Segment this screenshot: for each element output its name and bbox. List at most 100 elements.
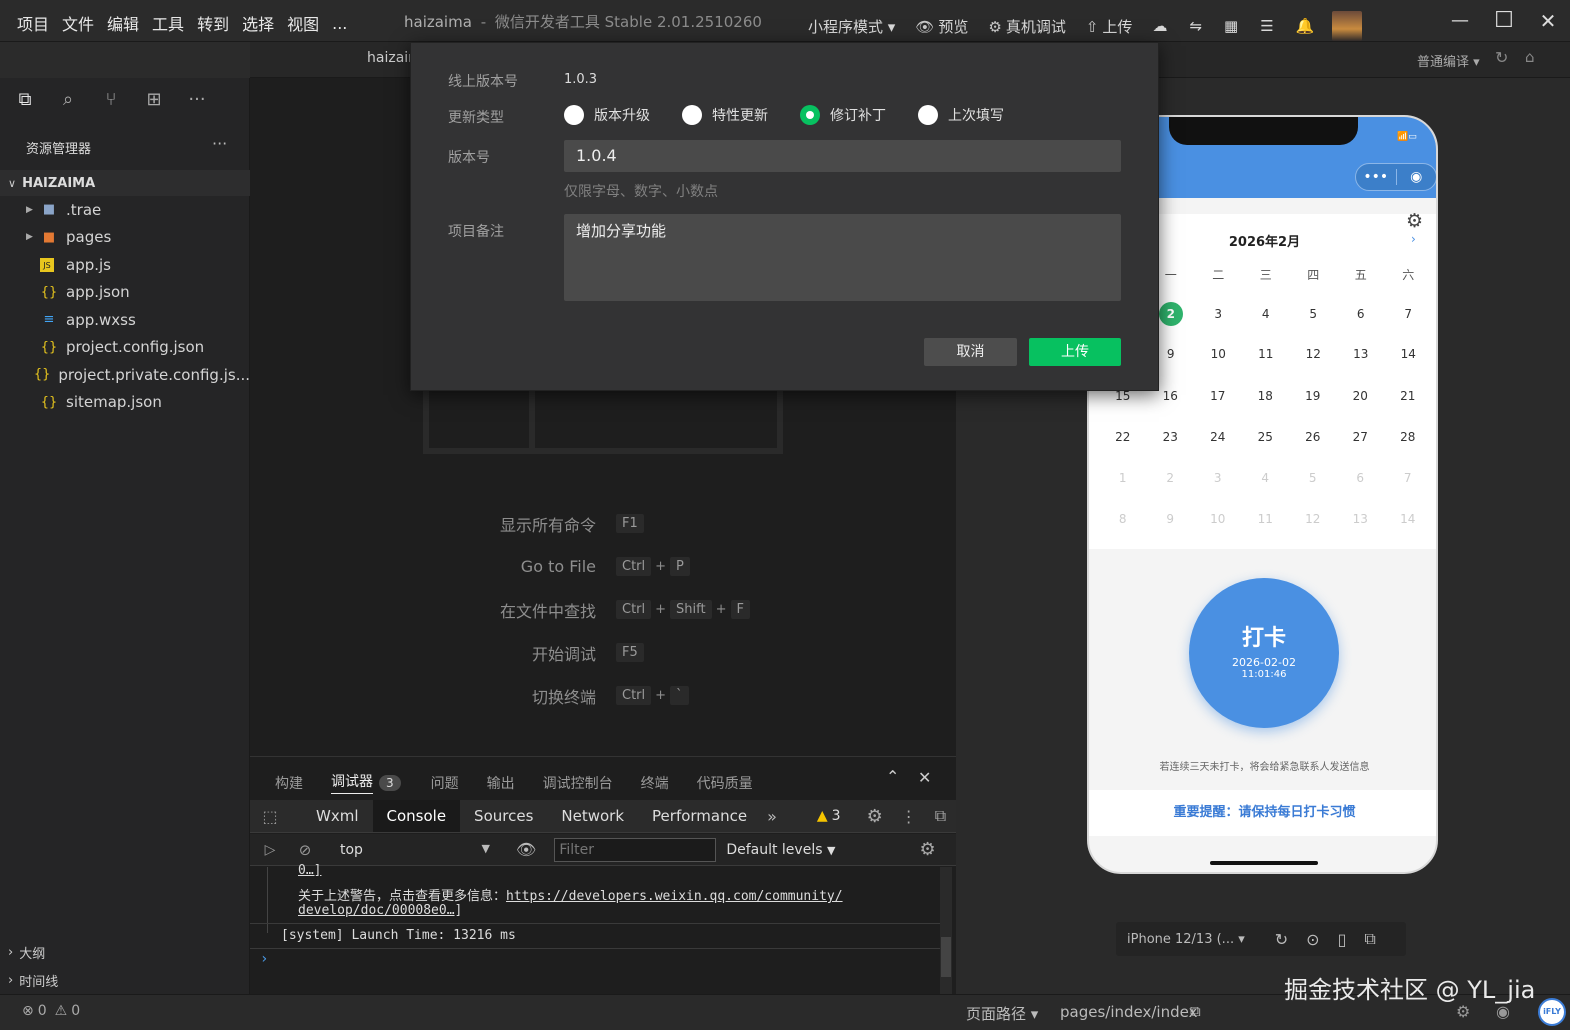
chevron-up-icon[interactable]: ⌃ [886, 767, 899, 786]
calendar-day[interactable]: 19 [1289, 389, 1337, 403]
capsule-more-icon[interactable]: ••• [1356, 169, 1396, 185]
project-root[interactable]: ∨ HAIZAIMA [0, 170, 250, 196]
calendar-day[interactable]: 28 [1384, 430, 1432, 444]
console-scrollbar[interactable] [940, 867, 952, 995]
calendar-day[interactable]: 4 [1242, 307, 1290, 321]
cancel-button[interactable]: 取消 [924, 338, 1017, 366]
rotate-icon[interactable]: ↻ [1275, 930, 1288, 949]
device-select[interactable]: iPhone 12/13 (... ▾ [1127, 932, 1245, 947]
calendar-day[interactable]: 25 [1242, 430, 1290, 444]
tab-performance[interactable]: Performance [638, 800, 761, 832]
calendar-day[interactable]: 27 [1337, 430, 1385, 444]
console-settings-icon[interactable]: ⚙ [919, 839, 935, 860]
radio-feature[interactable]: 特性更新 [682, 105, 768, 125]
sidebar-toggle-icon[interactable]: ▷ [250, 842, 290, 858]
settings-gear-icon[interactable]: ⚙ [867, 806, 883, 827]
calendar-day[interactable]: 5 [1290, 307, 1338, 321]
tab-console[interactable]: Console [372, 800, 461, 832]
calendar-day[interactable]: 13 [1337, 347, 1385, 361]
upload-toolbar-button[interactable]: ⇧ 上传 [1086, 16, 1133, 37]
tree-item-sitemap[interactable]: {} sitemap.json [0, 389, 250, 417]
gear-icon[interactable]: ⚙ [1406, 210, 1423, 232]
tab-debugger[interactable]: 调试器 [331, 771, 373, 794]
extensions-icon[interactable]: ⊞ [143, 89, 165, 111]
maximize-button[interactable]: ☐ [1480, 8, 1528, 33]
calendar-day[interactable]: 26 [1289, 430, 1337, 444]
inspect-icon[interactable]: ⬚ [250, 807, 290, 826]
tree-item-app-js[interactable]: JS app.js [0, 251, 250, 279]
calendar-day[interactable]: 18 [1242, 389, 1290, 403]
menu-item-file[interactable]: 文件 [62, 11, 94, 35]
radio-patch[interactable]: 修订补丁 [800, 105, 886, 125]
log-link-cont[interactable]: develop/doc/00008e0… [298, 903, 455, 918]
calendar-day[interactable]: 23 [1147, 430, 1195, 444]
more-tabs-icon[interactable]: » [767, 807, 777, 826]
tab-terminal[interactable]: 终端 [641, 773, 669, 793]
mode-select[interactable]: 小程序模式 ▾ [808, 16, 895, 37]
warning-icon[interactable]: ▲ [817, 808, 828, 824]
tree-item-trae[interactable]: ▶ ■ .trae [0, 196, 250, 224]
calendar-day[interactable]: 11 [1242, 347, 1290, 361]
eye-icon[interactable]: 👁 [516, 840, 536, 859]
menu-item-view[interactable]: 视图 [287, 11, 319, 35]
log-levels-select[interactable]: Default levels ▼ [726, 842, 835, 858]
tree-item-project-private-config[interactable]: {} project.private.config.js... [0, 361, 250, 389]
checkin-button[interactable]: 打卡 2026-02-02 11:01:46 [1189, 578, 1339, 728]
menu-item-tools[interactable]: 工具 [152, 11, 184, 35]
console-filter-input[interactable] [554, 837, 717, 862]
close-panel-icon[interactable]: ✕ [918, 768, 931, 787]
timeline-section[interactable]: › 时间线 [8, 971, 58, 990]
list-icon[interactable]: ☰ [1260, 17, 1273, 35]
radio-major[interactable]: 版本升级 [564, 105, 650, 125]
cloud-icon[interactable]: ☁ [1152, 17, 1167, 35]
more-icon[interactable]: ··· [186, 89, 208, 111]
version-input[interactable]: 1.0.4 [564, 140, 1121, 172]
minimize-button[interactable]: — [1440, 10, 1480, 31]
calendar-day[interactable]: 17 [1194, 389, 1242, 403]
preview-button[interactable]: 👁 预览 [915, 16, 968, 37]
calendar-day[interactable]: 20 [1337, 389, 1385, 403]
bell-icon[interactable]: 🔔 [1296, 17, 1315, 35]
calendar-day[interactable]: 24 [1194, 430, 1242, 444]
console-prompt[interactable]: › [260, 951, 268, 967]
tab-debug-console[interactable]: 调试控制台 [543, 773, 613, 793]
radio-last[interactable]: 上次填写 [918, 105, 1004, 125]
menu-item-goto[interactable]: 转到 [197, 11, 229, 35]
calendar-day[interactable]: 15 [1099, 389, 1147, 403]
note-textarea[interactable]: 增加分享功能 [564, 214, 1121, 301]
kebab-menu-icon[interactable]: ⋮ [901, 807, 917, 826]
phone-icon[interactable]: ▯ [1338, 930, 1347, 949]
clear-console-icon[interactable]: ⊘ [290, 841, 320, 859]
page-path-select[interactable]: 页面路径 ▾ [966, 1003, 1038, 1024]
tab-code-quality[interactable]: 代码质量 [697, 773, 753, 793]
stop-icon[interactable]: ⊙ [1306, 930, 1319, 949]
tab-build[interactable]: 构建 [275, 773, 303, 793]
avatar[interactable] [1332, 11, 1363, 41]
remote-debug-button[interactable]: ⚙ 真机调试 [988, 16, 1065, 37]
swap-icon[interactable]: ⇋ [1189, 17, 1202, 35]
source-control-icon[interactable]: ⑂ [100, 89, 122, 111]
explorer-more-button[interactable]: ··· [212, 134, 227, 153]
menu-item-more[interactable]: ... [332, 14, 347, 33]
upload-button[interactable]: 上传 [1029, 338, 1121, 366]
tree-item-project-config[interactable]: {} project.config.json [0, 334, 250, 362]
context-select[interactable]: top ▼ [340, 842, 490, 858]
layout-icon[interactable]: ▦ [1224, 17, 1238, 35]
menu-item-project[interactable]: 项目 [17, 11, 49, 35]
search-icon[interactable]: ⌕ [57, 89, 79, 111]
clear-cache-icon[interactable]: ⌂ [1525, 48, 1535, 66]
tree-item-app-wxss[interactable]: ≡ app.wxss [0, 306, 250, 334]
calendar-day[interactable]: 7 [1385, 307, 1433, 321]
menu-item-edit[interactable]: 编辑 [107, 11, 139, 35]
next-month-icon[interactable]: › [1411, 232, 1416, 246]
copy-icon[interactable]: ⧉ [1190, 1002, 1201, 1020]
log-truncated-link[interactable]: 0…] [298, 863, 321, 878]
calendar-day[interactable]: 22 [1099, 430, 1147, 444]
tab-network[interactable]: Network [547, 800, 638, 832]
tree-item-pages[interactable]: ▶ ■ pages [0, 224, 250, 252]
close-window-button[interactable]: ✕ [1528, 9, 1568, 33]
tab-sources[interactable]: Sources [460, 800, 547, 832]
capsule-close-icon[interactable]: ◉ [1396, 169, 1436, 185]
calendar-day[interactable]: 12 [1290, 347, 1338, 361]
outline-section[interactable]: › 大纲 [8, 943, 45, 962]
